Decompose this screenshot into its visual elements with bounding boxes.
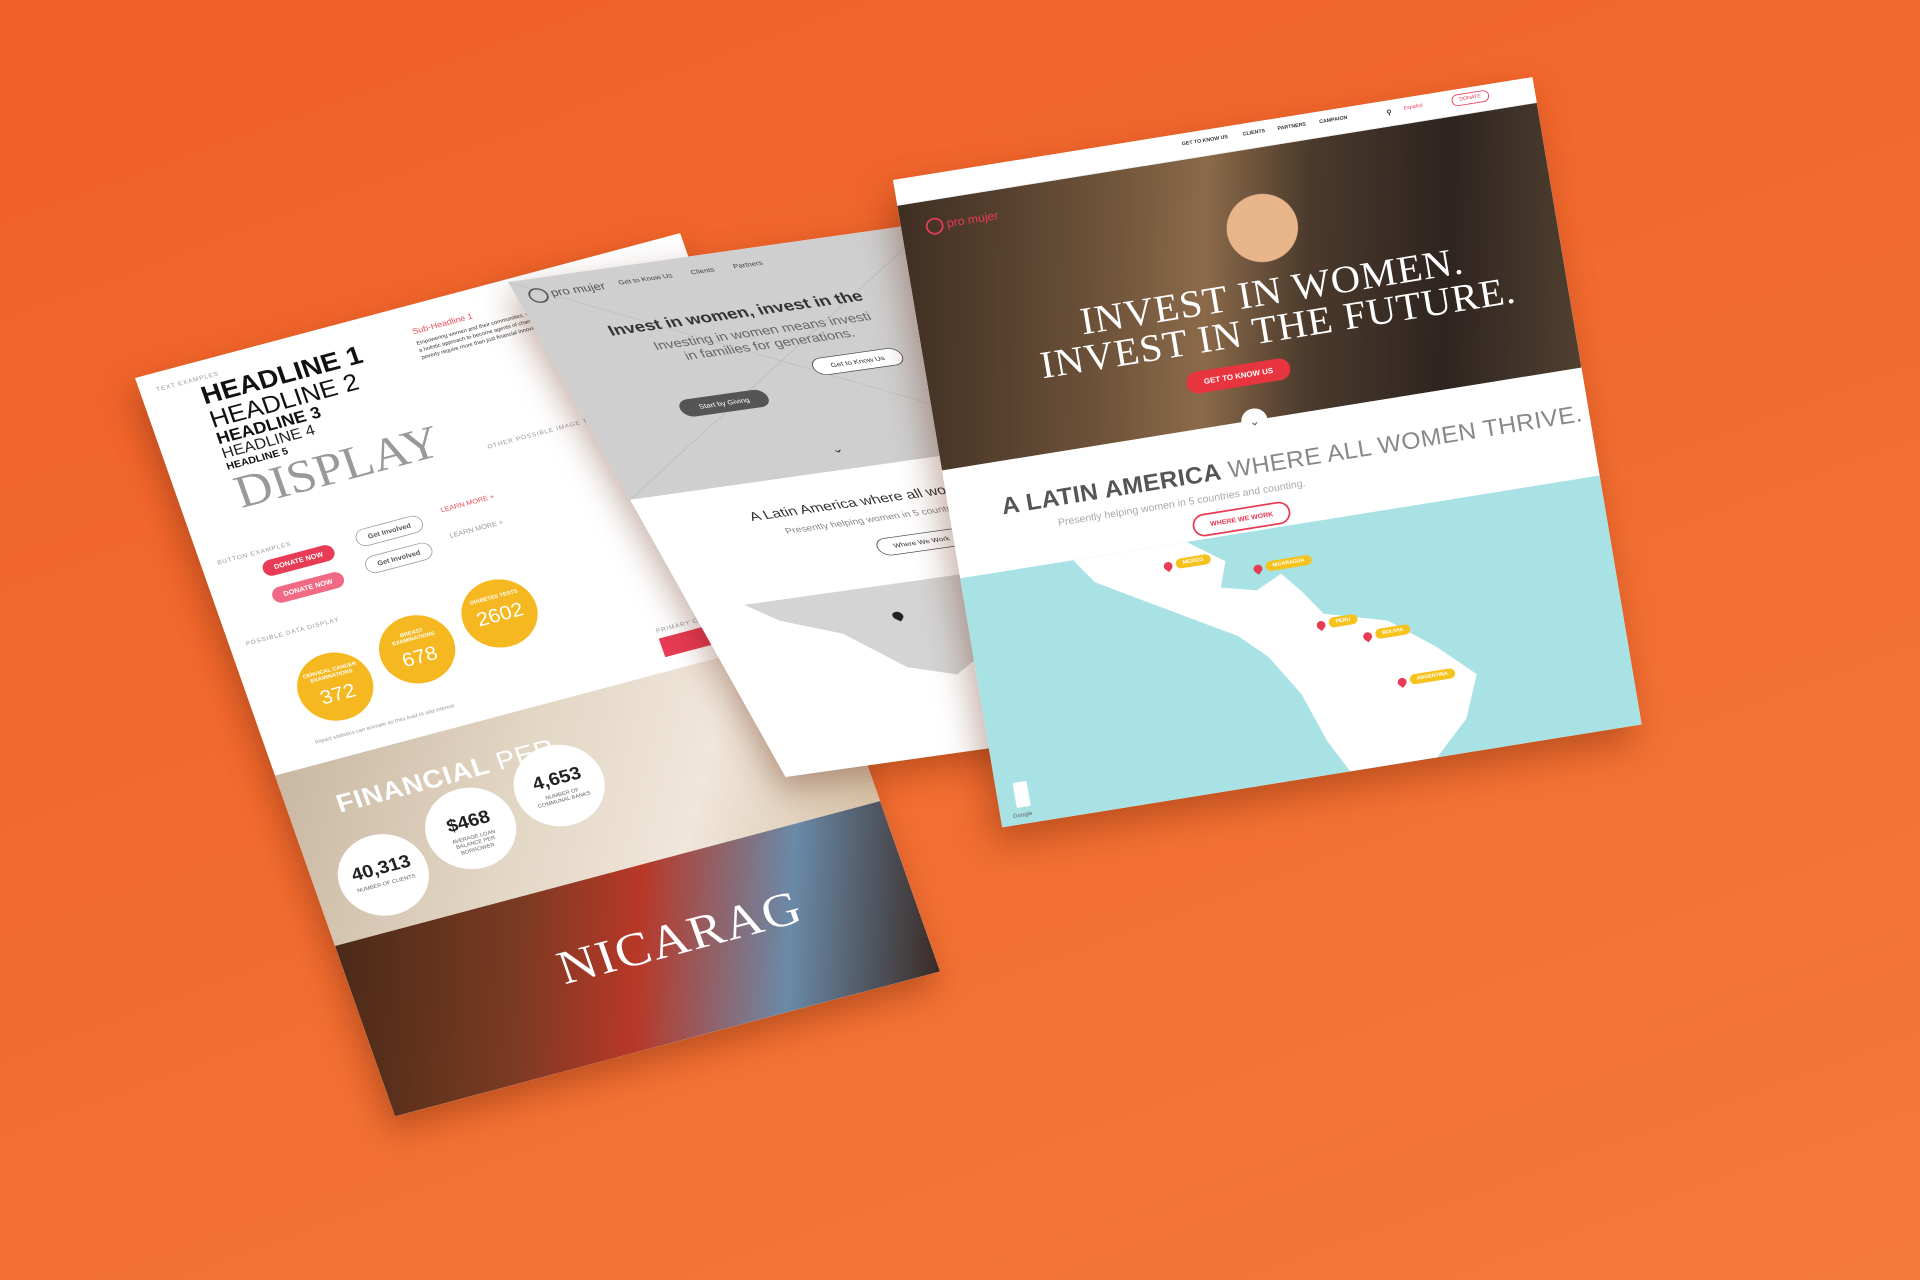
final-design-sheet: GET TO KNOW US CLIENTS PARTNERS CAMPAIGN… xyxy=(893,77,1642,828)
stat-clients: 40,313 NUMBER OF CLIENTS xyxy=(326,824,441,926)
search-icon[interactable]: ⚲ xyxy=(1386,108,1392,116)
learn-more-hover-link[interactable]: LEARN MORE + xyxy=(449,518,505,539)
stat-circle-diabetes: DIABETES TESTS 2602 xyxy=(451,571,548,656)
get-involved-hover-button[interactable]: Get Involved xyxy=(362,540,435,576)
donate-now-hover-button[interactable]: DONATE NOW xyxy=(269,570,347,605)
get-involved-button[interactable]: Get Involved xyxy=(353,513,426,549)
learn-more-link[interactable]: LEARN MORE + xyxy=(440,493,496,514)
country-title: NICARAG xyxy=(550,879,810,995)
get-to-know-us-button[interactable]: GET TO KNOW US xyxy=(1184,356,1293,396)
logo-mark-icon xyxy=(924,216,945,236)
mockup-stage: TEXT EXAMPLES HEADLINE 1 HEADLINE 2 HEAD… xyxy=(0,0,1920,1280)
stat-circle-cervical: CERVICAL CANCER EXAMINATIONS 372 xyxy=(287,644,384,729)
stat-circle-breast: BREAST EXAMINATIONS 678 xyxy=(369,606,465,692)
data-display-label: POSSIBLE DATA DISPLAY xyxy=(244,615,341,648)
